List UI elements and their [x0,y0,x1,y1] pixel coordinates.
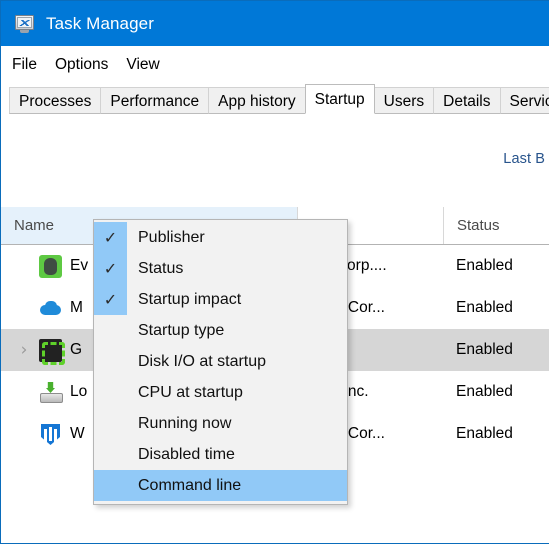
tab-services[interactable]: Servic [499,87,549,114]
context-menu-item-startup-impact[interactable]: ✓ Startup impact [94,284,347,315]
column-header-status-label: Status [457,217,500,234]
context-menu-item-status[interactable]: ✓ Status [94,253,347,284]
menu-bar: File Options View [1,46,549,84]
defender-icon [39,423,62,446]
context-menu-item-label: Publisher [138,229,205,246]
context-menu-item-disk-io-at-startup[interactable]: Disk I/O at startup [94,346,347,377]
context-menu-item-label: Status [138,260,184,277]
check-icon: ✓ [94,222,127,253]
chevron-right-icon[interactable]: › [15,340,33,360]
row-name: M [70,299,83,316]
column-header-status[interactable]: Status [443,207,549,244]
tab-strip: Processes Performance App history Startu… [1,84,549,114]
context-menu-item-label: Disk I/O at startup [138,353,267,370]
check-placeholder-icon [94,315,127,346]
context-menu-item-command-line[interactable]: Command line [94,470,347,501]
context-menu-item-label: Command line [138,477,242,494]
logitech-icon [39,381,63,404]
context-menu-item-label: Startup impact [138,291,242,308]
context-menu-item-label: CPU at startup [138,384,243,401]
check-placeholder-icon [94,470,127,501]
check-placeholder-icon [94,408,127,439]
row-status: Enabled [456,383,513,400]
context-menu-item-label: Running now [138,415,232,432]
context-menu-item-startup-type[interactable]: Startup type [94,315,347,346]
row-status: Enabled [456,299,513,316]
tab-startup[interactable]: Startup [304,84,375,114]
last-bios-time-label: Last B [503,151,545,167]
evernote-icon [39,255,62,278]
task-manager-window: Task Manager File Options View Processes… [0,0,549,544]
row-name: Ev [70,257,89,274]
check-icon: ✓ [94,253,127,284]
onedrive-icon [39,297,62,320]
tab-performance[interactable]: Performance [100,87,210,114]
tab-users[interactable]: Users [373,87,435,114]
context-menu-item-label: Disabled time [138,446,235,463]
check-placeholder-icon [94,346,127,377]
window-title: Task Manager [46,13,154,33]
context-menu-item-cpu-at-startup[interactable]: CPU at startup [94,377,347,408]
column-chooser-context-menu: ✓ Publisher ✓ Status ✓ Startup impact St… [93,219,348,505]
menu-item-file[interactable]: File [12,53,47,77]
column-header-name-label: Name [14,217,55,234]
row-status: Enabled [456,341,513,358]
check-placeholder-icon [94,439,127,470]
row-status: Enabled [456,425,513,442]
tab-processes[interactable]: Processes [9,87,102,114]
check-placeholder-icon [94,377,127,408]
context-menu-item-label: Startup type [138,322,225,339]
row-status: Enabled [456,257,513,274]
menu-item-options[interactable]: Options [55,53,118,77]
menu-item-view[interactable]: View [126,53,169,77]
check-icon: ✓ [94,284,127,315]
context-menu-item-running-now[interactable]: Running now [94,408,347,439]
context-menu-item-disabled-time[interactable]: Disabled time [94,439,347,470]
context-menu-item-publisher[interactable]: ✓ Publisher [94,222,347,253]
greenshot-icon [39,339,65,365]
row-name: W [70,425,85,442]
tab-details[interactable]: Details [433,87,501,114]
row-name: G [70,341,83,358]
title-bar: Task Manager [1,1,549,46]
task-manager-icon [14,14,36,34]
row-name: Lo [70,383,88,400]
tab-app-history[interactable]: App history [208,87,306,114]
